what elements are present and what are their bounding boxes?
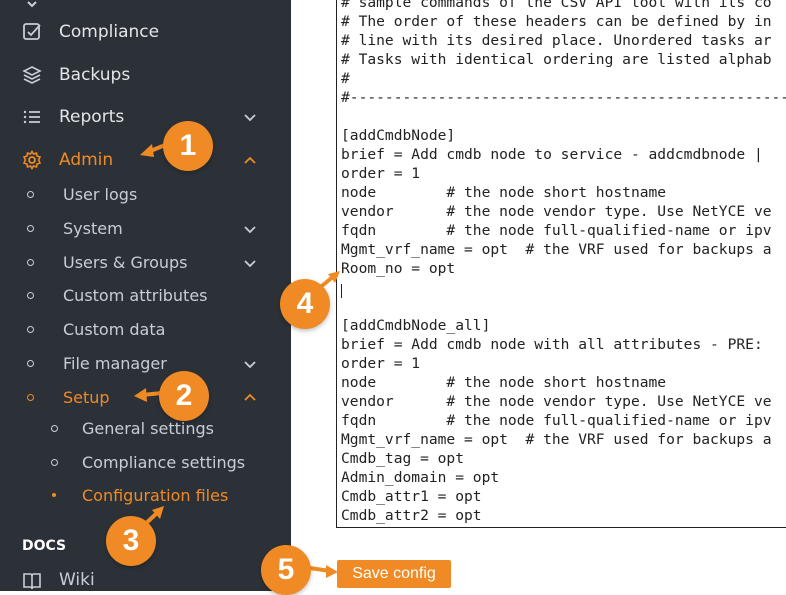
bullet-icon bbox=[27, 225, 34, 232]
bullet-icon bbox=[27, 326, 34, 333]
text-caret bbox=[341, 284, 342, 298]
sidebar-item-admin[interactable]: Admin bbox=[0, 140, 291, 180]
sidebar-subitem-label: System bbox=[63, 219, 123, 238]
callout-marker-1: 1 bbox=[163, 121, 213, 171]
sidebar: Compliance Backups Reports Admin User lo… bbox=[0, 0, 291, 591]
chevron-down-icon bbox=[244, 260, 256, 268]
sidebar-subitem-label: Custom attributes bbox=[63, 286, 208, 305]
book-icon bbox=[22, 572, 42, 591]
chevron-down-icon bbox=[244, 361, 256, 369]
sidebar-subitem-label: Compliance settings bbox=[82, 453, 246, 472]
sidebar-subitem-label: Users & Groups bbox=[63, 253, 188, 272]
bullet-icon bbox=[27, 191, 34, 198]
bullet-icon bbox=[27, 394, 34, 401]
config-text[interactable]: # sample commands of the CSV API tool wi… bbox=[341, 0, 786, 525]
bullet-icon bbox=[51, 459, 58, 466]
sidebar-subitem-label: Setup bbox=[63, 388, 110, 407]
sidebar-subitem-file-manager[interactable]: File manager bbox=[0, 349, 291, 379]
callout-marker-3: 3 bbox=[106, 516, 156, 566]
bullet-icon bbox=[27, 292, 34, 299]
chevron-up-icon bbox=[244, 156, 256, 164]
sidebar-item-label: Reports bbox=[59, 107, 125, 127]
sidebar-subitem-label: Configuration files bbox=[82, 486, 229, 505]
sidebar-item-backups[interactable]: Backups bbox=[0, 55, 291, 95]
sidebar-subitem-setup[interactable]: Setup bbox=[0, 383, 291, 413]
chevron-up-icon bbox=[244, 393, 256, 401]
sidebar-subitem-label: General settings bbox=[82, 419, 214, 438]
sidebar-subitem-label: User logs bbox=[63, 185, 138, 204]
sidebar-item-compliance[interactable]: Compliance bbox=[0, 12, 291, 52]
sidebar-subitem-label: Custom data bbox=[63, 320, 166, 339]
sidebar-subitem-compliance-settings[interactable]: Compliance settings bbox=[0, 448, 291, 478]
sidebar-subitem-users-groups[interactable]: Users & Groups bbox=[0, 248, 291, 278]
save-config-button[interactable]: Save config bbox=[337, 560, 451, 588]
docs-heading: DOCS bbox=[22, 538, 67, 554]
sidebar-item-reports[interactable]: Reports bbox=[0, 97, 291, 137]
sidebar-item-label: Backups bbox=[59, 65, 131, 85]
sidebar-item-label: Admin bbox=[59, 150, 114, 170]
bullet-icon bbox=[27, 360, 34, 367]
sidebar-subitem-label: File manager bbox=[63, 354, 167, 373]
gear-icon bbox=[22, 150, 42, 170]
callout-marker-4: 4 bbox=[280, 279, 330, 329]
bullet-icon bbox=[51, 425, 58, 432]
sidebar-subitem-system[interactable]: System bbox=[0, 214, 291, 244]
chevron-down-icon bbox=[244, 226, 256, 234]
callout-marker-2: 2 bbox=[159, 371, 209, 421]
bullet-icon bbox=[52, 493, 56, 497]
config-editor[interactable]: # sample commands of the CSV API tool wi… bbox=[336, 0, 786, 528]
sidebar-subitem-custom-data[interactable]: Custom data bbox=[0, 315, 291, 345]
sidebar-subitem-custom-attributes[interactable]: Custom attributes bbox=[0, 281, 291, 311]
compliance-icon bbox=[22, 22, 42, 42]
bullet-icon bbox=[27, 259, 34, 266]
list-icon bbox=[22, 107, 42, 127]
sidebar-subitem-user-logs[interactable]: User logs bbox=[0, 180, 291, 210]
partial-icon bbox=[22, 0, 42, 8]
sidebar-subitem-general-settings[interactable]: General settings bbox=[0, 414, 291, 444]
sidebar-subitem-configuration-files[interactable]: Configuration files bbox=[0, 481, 291, 511]
chevron-down-icon bbox=[244, 114, 256, 122]
sidebar-item-label: Compliance bbox=[59, 22, 160, 42]
layers-icon bbox=[22, 65, 42, 85]
sidebar-item-label: Wiki bbox=[59, 570, 95, 590]
callout-marker-5: 5 bbox=[261, 545, 311, 595]
